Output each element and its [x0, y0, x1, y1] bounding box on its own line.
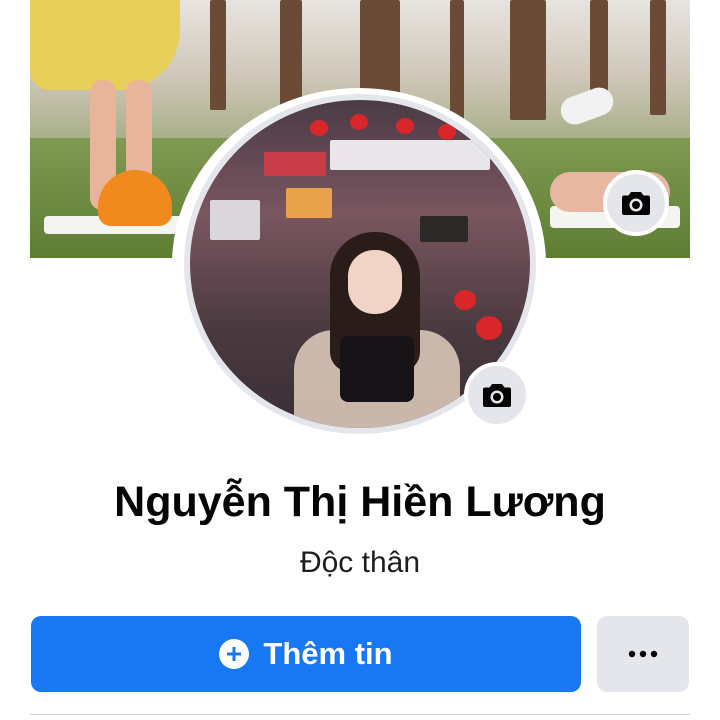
section-divider [30, 714, 690, 715]
plus-circle-icon [219, 639, 250, 669]
profile-bio[interactable]: Độc thân [0, 546, 720, 580]
cover-shoe [556, 83, 618, 129]
cover-tree [450, 0, 464, 120]
avatar-person-face [348, 250, 402, 314]
avatar-bg-sign [286, 188, 332, 218]
avatar-bg-sign [264, 152, 326, 176]
avatar-bg-sign [330, 140, 490, 170]
avatar-lantern [350, 114, 368, 130]
avatar-person-top [340, 336, 414, 402]
ellipsis-icon [628, 650, 658, 658]
edit-profile-picture-button[interactable] [464, 362, 530, 428]
more-options-button[interactable] [597, 616, 689, 692]
avatar-lantern [476, 316, 502, 340]
camera-icon [483, 384, 511, 407]
camera-icon [622, 192, 650, 215]
avatar-lantern [454, 290, 476, 310]
avatar-bg-sign [210, 200, 260, 240]
profile-name: Nguyễn Thị Hiền Lương [114, 478, 606, 526]
avatar-lantern [310, 120, 328, 136]
cover-person-dress [30, 0, 180, 90]
cover-tree [210, 0, 226, 110]
edit-cover-photo-button[interactable] [603, 170, 669, 236]
cover-tree [650, 0, 666, 115]
cover-tree [510, 0, 546, 120]
avatar-lantern [396, 118, 414, 134]
add-to-story-button[interactable]: Thêm tin [31, 616, 581, 692]
avatar-lantern [438, 124, 456, 140]
avatar-bg-sign [420, 216, 468, 242]
add-to-story-label: Thêm tin [263, 636, 393, 671]
